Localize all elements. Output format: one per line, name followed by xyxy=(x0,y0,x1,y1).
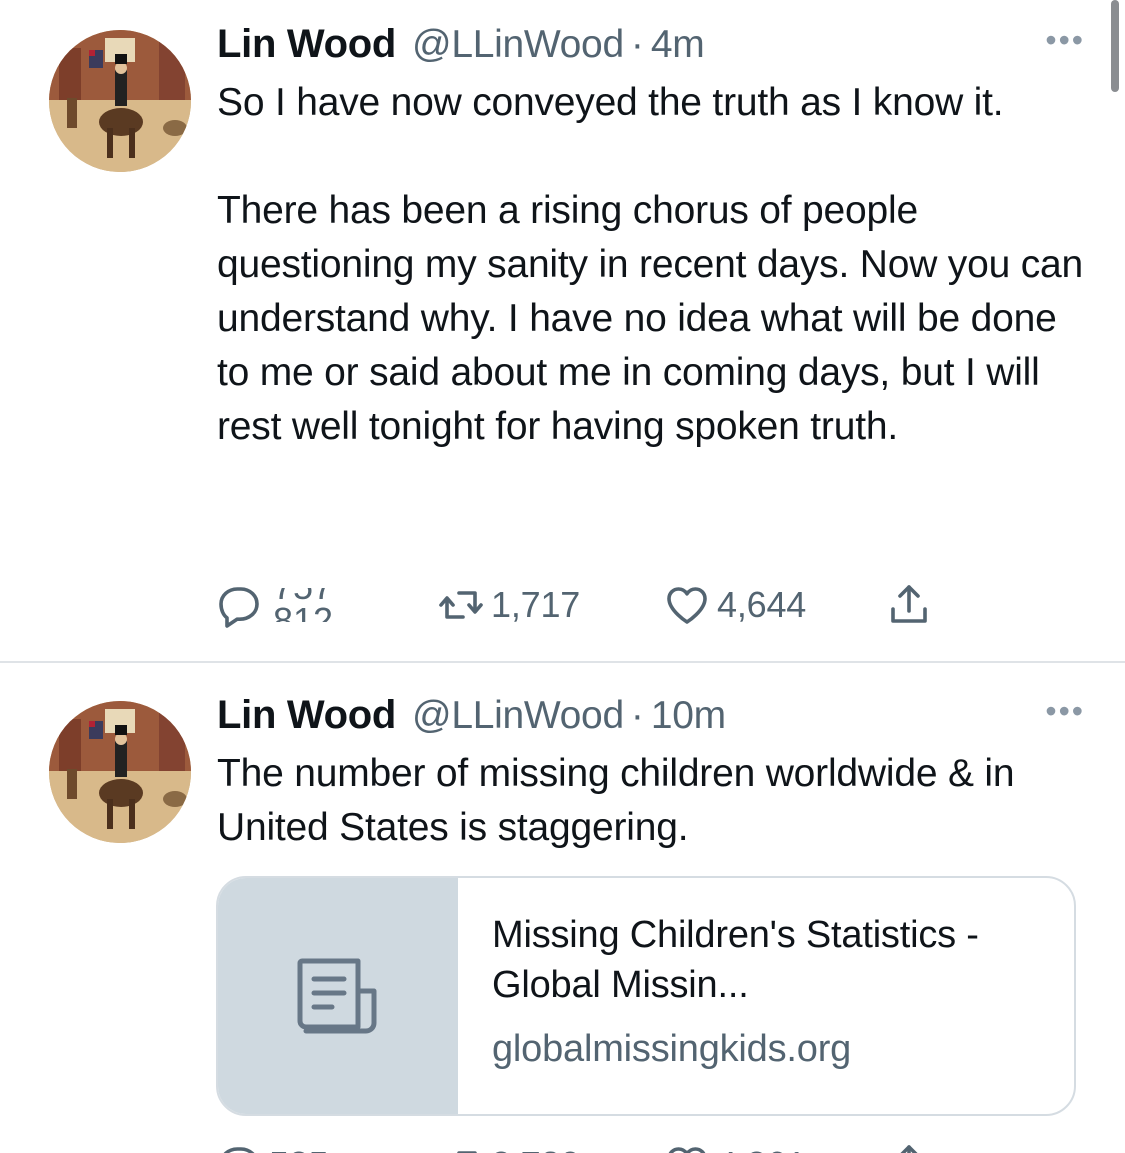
timestamp[interactable]: 10m xyxy=(651,694,726,738)
share-upload-icon xyxy=(891,585,927,623)
like-button[interactable]: 4,861 xyxy=(663,1135,806,1153)
separator-dot: · xyxy=(630,694,644,737)
tweet-header: Lin Wood @LLinWood · 10m ••• xyxy=(217,693,1085,745)
more-options-icon[interactable]: ••• xyxy=(1045,22,1085,59)
card-text: Missing Children's Statistics - Global M… xyxy=(458,878,1074,1114)
card-domain: globalmissingkids.org xyxy=(492,1028,852,1070)
reply-count: 585 xyxy=(269,1144,329,1153)
author-name[interactable]: Lin Wood xyxy=(217,693,396,738)
tweet-header: Lin Wood @LLinWood · 4m ••• xyxy=(217,22,1085,74)
author-handle[interactable]: @LLinWood xyxy=(412,694,624,738)
reply-count-value: 812 xyxy=(273,600,334,623)
retweet-count: 1,717 xyxy=(491,584,581,625)
document-icon xyxy=(297,958,377,1034)
like-count: 4,861 xyxy=(717,1144,806,1153)
retweet-count: 2,730 xyxy=(491,1144,580,1153)
tweet-actions: 757 812 1,717 4,644 xyxy=(215,575,955,635)
card-title: Missing Children's Statistics - Global M… xyxy=(492,914,979,1006)
avatar[interactable] xyxy=(49,30,191,172)
link-card[interactable]: Missing Children's Statistics - Global M… xyxy=(216,876,1076,1116)
tweet[interactable]: Lin Wood @LLinWood · 10m ••• The number … xyxy=(0,661,1125,1153)
tweet-text: So I have now conveyed the truth as I kn… xyxy=(217,76,1097,454)
author-name[interactable]: Lin Wood xyxy=(217,22,396,67)
tweet[interactable]: Lin Wood @LLinWood · 4m ••• So I have no… xyxy=(0,0,1125,661)
share-upload-icon xyxy=(900,1145,918,1153)
tweet-text: The number of missing children worldwide… xyxy=(217,747,1097,855)
card-thumbnail xyxy=(218,878,458,1114)
retweet-button[interactable]: 2,730 xyxy=(437,1135,580,1153)
separator-dot: · xyxy=(630,23,644,66)
speech-bubble-icon xyxy=(219,587,259,628)
more-options-icon[interactable]: ••• xyxy=(1045,693,1085,730)
reply-button[interactable]: 585 xyxy=(215,1135,329,1153)
retweet-arrows-icon xyxy=(457,1151,477,1153)
retweet-arrows-icon xyxy=(439,591,483,619)
author-handle[interactable]: @LLinWood xyxy=(412,23,624,67)
heart-icon xyxy=(668,1147,706,1153)
like-button[interactable]: 4,644 xyxy=(663,575,806,635)
share-button[interactable] xyxy=(885,1135,933,1153)
heart-icon xyxy=(667,587,707,624)
share-button[interactable] xyxy=(885,575,933,635)
tweet-paragraph: The number of missing children worldwide… xyxy=(217,752,1015,849)
tweet-paragraph: There has been a rising chorus of people… xyxy=(217,189,1083,448)
like-count: 4,644 xyxy=(717,584,807,625)
tweet-paragraph: So I have now conveyed the truth as I kn… xyxy=(217,81,1004,124)
retweet-button[interactable]: 1,717 xyxy=(437,575,580,635)
reply-count: 757 812 xyxy=(273,588,333,622)
speech-bubble-icon xyxy=(223,1147,255,1153)
tweet-actions: 585 2,730 4,861 xyxy=(215,1135,955,1153)
reply-button[interactable]: 757 812 xyxy=(215,575,333,635)
timestamp[interactable]: 4m xyxy=(651,23,705,67)
avatar[interactable] xyxy=(49,701,191,843)
